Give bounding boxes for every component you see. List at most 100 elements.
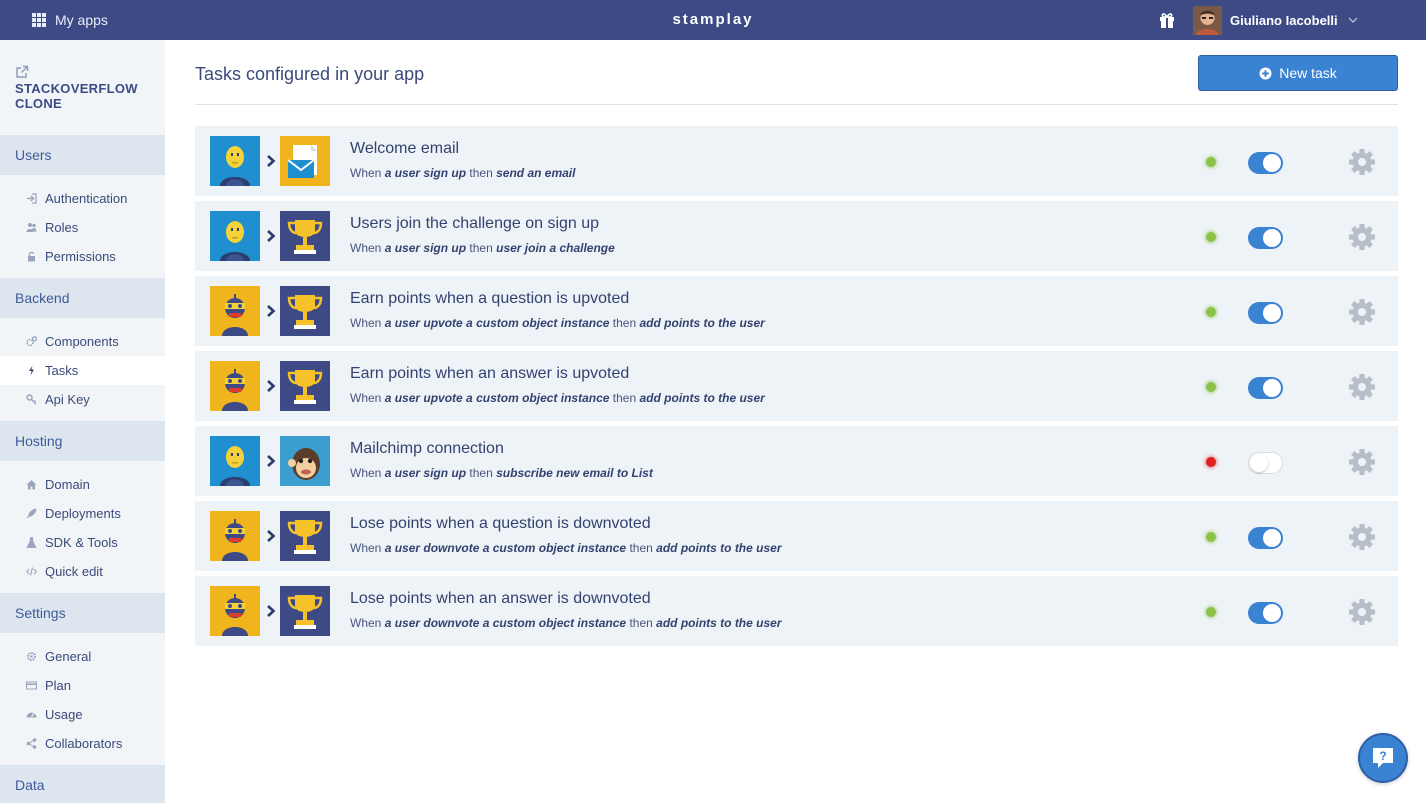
sidebar-item-plan[interactable]: Plan [0,671,165,700]
toggle-knob [1263,154,1281,172]
trophy-icon [280,586,330,636]
sidebar-item-label: Collaborators [45,736,123,751]
sidebar-item-label: Deployments [45,506,121,521]
sidebar: STACKOVERFLOW CLONE Users Authentication… [0,40,165,803]
gear-icon [26,651,37,662]
task-title: Mailchimp connection [350,440,504,457]
task-row[interactable]: Welcome email When a user sign up then se… [195,126,1398,196]
sidebar-item-tasks[interactable]: Tasks [0,356,165,385]
sidebar-item-collaborators[interactable]: Collaborators [0,729,165,758]
flask-icon [26,537,37,548]
trophy-icon [280,511,330,561]
task-enable-toggle[interactable] [1248,527,1283,549]
external-link-icon[interactable] [15,65,29,79]
sidebar-item-authentication[interactable]: Authentication [0,184,165,213]
code-icon [26,566,37,577]
toggle-knob [1263,379,1281,397]
task-when: When [350,166,382,180]
task-enable-toggle[interactable] [1248,302,1283,324]
task-enable-toggle[interactable] [1248,227,1283,249]
page-title: Tasks configured in your app [195,64,425,84]
task-row[interactable]: Users join the challenge on sign up When … [195,201,1398,271]
sidebar-item-sdk-tools[interactable]: SDK & Tools [0,528,165,557]
avatar [1193,5,1222,35]
sidebar-item-label: Permissions [45,249,116,264]
sidebar-item-domain[interactable]: Domain [0,470,165,499]
trophy-icon [280,211,330,261]
task-trigger: a user downvote a custom object instance [384,541,627,555]
section-hosting[interactable]: Hosting [0,421,165,461]
gear-icon[interactable] [1348,523,1376,551]
task-then: then [469,241,493,255]
trophy-icon [280,286,330,336]
sidebar-item-label: Roles [45,220,79,235]
task-enable-toggle[interactable] [1248,377,1283,399]
task-row[interactable]: Lose points when a question is downvoted… [195,501,1398,571]
task-title: Earn points when an answer is upvoted [350,365,630,382]
sidebar-item-label: General [45,649,92,664]
section-users[interactable]: Users [0,135,165,175]
task-then: then [612,316,637,330]
home-icon [26,479,37,490]
task-action: user join a challenge [496,241,615,255]
gift-icon[interactable] [1158,11,1176,29]
robot-icon [210,511,260,561]
task-enable-toggle[interactable] [1248,602,1283,624]
sidebar-item-label: Quick edit [45,564,103,579]
sidebar-item-quick-edit[interactable]: Quick edit [0,557,165,586]
new-task-button[interactable]: New task [1198,55,1398,91]
task-row[interactable]: Mailchimp connection When a user sign up … [195,426,1398,496]
task-action: add points to the user [639,391,765,405]
section-backend[interactable]: Backend [0,278,165,318]
task-then: then [612,391,637,405]
sidebar-item-components[interactable]: Components [0,327,165,356]
users-icon [26,222,37,233]
user-icon [210,136,260,186]
apps-grid-icon [32,13,46,27]
robot-icon [210,361,260,411]
sidebar-item-label: Domain [45,477,90,492]
task-then: then [629,616,653,630]
my-apps-button[interactable]: My apps [32,0,108,40]
user-icon [210,211,260,261]
status-indicator [1206,382,1216,392]
credit-card-icon [26,680,37,691]
gear-icon[interactable] [1348,223,1376,251]
sidebar-item-roles[interactable]: Roles [0,213,165,242]
task-when: When [350,466,382,480]
status-indicator [1206,607,1216,617]
user-menu[interactable]: Giuliano Iacobelli [1193,4,1358,36]
sidebar-item-deployments[interactable]: Deployments [0,499,165,528]
app-header: STACKOVERFLOW CLONE [15,65,155,111]
task-action: add points to the user [656,616,782,630]
task-description: When a user sign up then subscribe new e… [350,466,653,480]
task-row[interactable]: Earn points when a question is upvoted Wh… [195,276,1398,346]
task-description: When a user downvote a custom object ins… [350,541,782,555]
status-indicator [1206,232,1216,242]
gear-icon[interactable] [1348,373,1376,401]
gear-icon[interactable] [1348,448,1376,476]
task-action: add points to the user [639,316,765,330]
sidebar-item-api-key[interactable]: Api Key [0,385,165,414]
robot-icon [210,586,260,636]
gear-icon[interactable] [1348,598,1376,626]
task-row[interactable]: Earn points when an answer is upvoted Whe… [195,351,1398,421]
section-data[interactable]: Data [0,765,165,803]
sidebar-item-permissions[interactable]: Permissions [0,242,165,271]
sidebar-item-label: Api Key [45,392,90,407]
gear-icon[interactable] [1348,298,1376,326]
help-button[interactable]: ? [1358,733,1408,783]
user-icon [210,436,260,486]
gear-icon[interactable] [1348,148,1376,176]
task-enable-toggle[interactable] [1248,452,1283,474]
help-chat-icon: ? [1373,748,1393,768]
task-row[interactable]: Lose points when an answer is downvoted W… [195,576,1398,646]
new-task-label: New task [1279,65,1337,81]
sidebar-item-general[interactable]: General [0,642,165,671]
section-settings[interactable]: Settings [0,593,165,633]
status-indicator [1206,457,1216,467]
my-apps-label: My apps [55,12,108,28]
task-enable-toggle[interactable] [1248,152,1283,174]
sidebar-item-usage[interactable]: Usage [0,700,165,729]
task-trigger: a user upvote a custom object instance [384,316,610,330]
